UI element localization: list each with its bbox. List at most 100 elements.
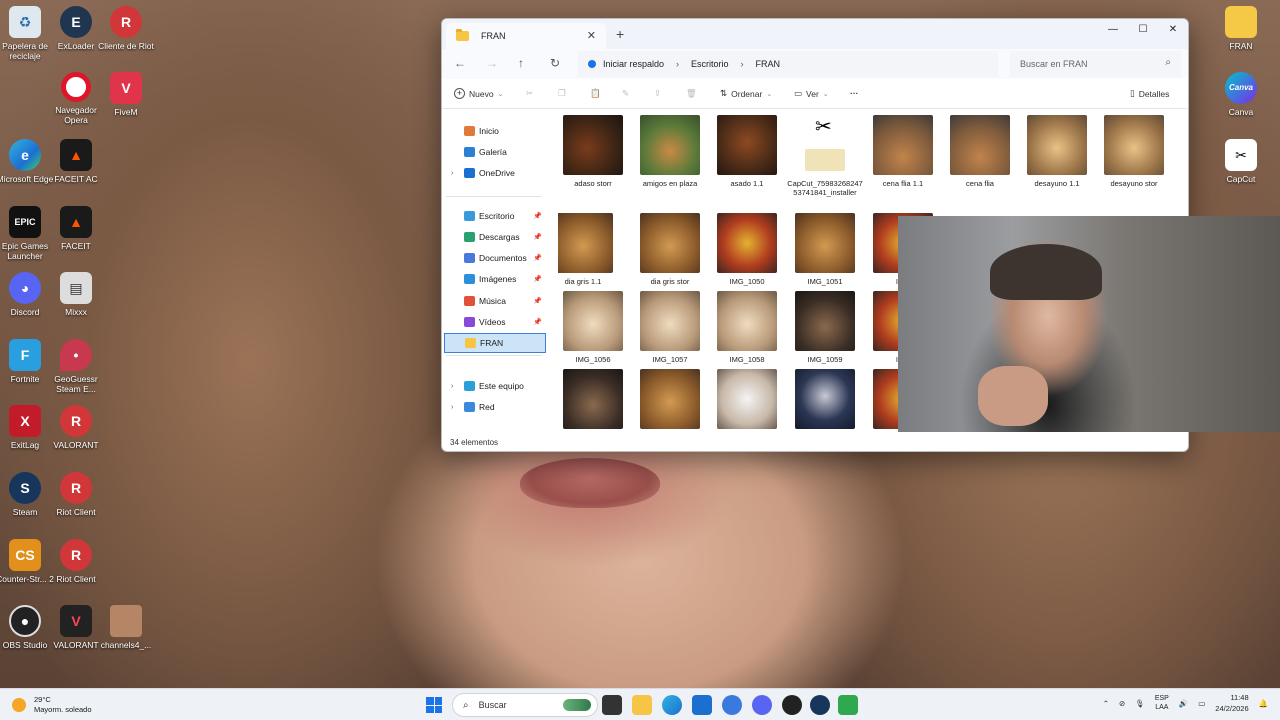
file-item[interactable]: desayuno 1.1 (1018, 115, 1096, 188)
sidebar-item-imágenes[interactable]: Imágenes 📌 (444, 269, 546, 289)
language-indicator[interactable]: ESP LAA (1155, 694, 1169, 712)
obs-taskbar-icon[interactable] (782, 695, 802, 715)
chevron-right-icon[interactable]: › (451, 170, 453, 177)
folder-icon (465, 338, 476, 348)
microphone-icon[interactable]: 🎙 (1135, 699, 1145, 708)
desktop-icon[interactable]: Canva Canva (1209, 72, 1273, 117)
close-tab-icon[interactable]: ✕ (587, 29, 596, 42)
share-icon[interactable]: ⇪ (654, 88, 661, 99)
desktop-icon[interactable]: FRAN (1209, 6, 1273, 51)
desktop-icon[interactable]: R Cliente de Riot (94, 6, 158, 51)
view-button[interactable]: ▭ Ver ⌄ (794, 88, 829, 99)
sidebar-item-inicio[interactable]: Inicio (444, 121, 546, 141)
desktop-icon[interactable]: ✂ CapCut (1209, 139, 1273, 184)
minimize-button[interactable]: — (1098, 19, 1128, 39)
file-item[interactable]: IMG_1058 (708, 291, 786, 364)
sidebar-item-vídeos[interactable]: Vídeos 📌 (444, 312, 546, 332)
desktop-icon[interactable]: ▲ FACEIT AC (44, 139, 108, 184)
new-tab-button[interactable]: + (616, 26, 624, 42)
refresh-icon[interactable]: ↻ (550, 56, 560, 70)
store-taskbar-icon[interactable] (692, 695, 712, 715)
sidebar-item-red[interactable]: › Red (444, 397, 546, 417)
installer-icon (795, 115, 855, 175)
copilot-taskbar-icon[interactable] (722, 695, 742, 715)
chevron-right-icon[interactable]: › (451, 383, 453, 390)
search-input[interactable]: Buscar en FRAN ⌕ (1010, 51, 1181, 77)
maximize-button[interactable]: ☐ (1128, 19, 1158, 39)
breadcrumb[interactable]: Iniciar respaldo › Escritorio › FRAN (578, 51, 998, 77)
clock[interactable]: 11:48 24/2/2026 (1215, 692, 1248, 714)
file-item[interactable]: desayuno stor (1095, 115, 1173, 188)
up-arrow-icon[interactable]: ↑ (518, 56, 524, 70)
desktop-icon[interactable]: R Riot Client (44, 472, 108, 517)
weather-widget[interactable]: 29°C Mayorm. soleado (12, 695, 92, 715)
wallpaper-lips (520, 458, 660, 508)
edge-taskbar-icon[interactable] (662, 695, 682, 715)
network-off-icon[interactable]: ⊘ (1119, 699, 1125, 708)
file-item[interactable]: adaso storr (558, 115, 632, 188)
desktop-icon[interactable]: channels4_... (94, 605, 158, 650)
file-item[interactable]: CapCut_7598326824753741841_installer (786, 115, 864, 197)
file-item[interactable]: IMG_1059 (786, 291, 864, 364)
file-item[interactable]: IMG_1056 (558, 291, 632, 364)
crumb-escritorio[interactable]: Escritorio (691, 59, 729, 69)
more-options-button[interactable]: ··· (850, 88, 859, 98)
back-arrow-icon[interactable]: ← (454, 56, 466, 70)
discord-taskbar-icon[interactable] (752, 695, 772, 715)
chevron-up-icon[interactable]: ⌃ (1103, 699, 1109, 708)
details-button[interactable]: ▯ Detalles (1130, 88, 1169, 99)
sheets-taskbar-icon[interactable] (838, 695, 858, 715)
sidebar-item-onedrive[interactable]: › OneDrive (444, 163, 546, 183)
file-item[interactable]: IMG_1050 (708, 213, 786, 286)
sidebar-item-escritorio[interactable]: Escritorio 📌 (444, 206, 546, 226)
sidebar-item-descargas[interactable]: Descargas 📌 (444, 227, 546, 247)
backup-link[interactable]: Iniciar respaldo (603, 59, 664, 69)
file-item[interactable]: IMG_1051 (786, 213, 864, 286)
nav-icon (464, 381, 475, 391)
file-explorer-taskbar-icon[interactable] (632, 695, 652, 715)
obs-icon: ● (9, 605, 41, 637)
file-item[interactable]: IMG_1065 (631, 369, 709, 433)
file-item[interactable]: IMG_1064 (558, 369, 632, 433)
speaker-icon[interactable]: 🔊 (1179, 699, 1188, 708)
file-item[interactable]: dia gris 1.1 (558, 213, 622, 286)
file-item[interactable]: asado 1.1 (708, 115, 786, 188)
file-item[interactable]: IMG_1066 (708, 369, 786, 433)
desktop-icon[interactable]: ▤ Mixxx (44, 272, 108, 317)
delete-icon[interactable]: 🗑 (686, 88, 697, 99)
file-name: adaso storr (574, 179, 612, 188)
cut-icon[interactable]: ✂ (526, 88, 533, 99)
notification-icon[interactable]: 🔔 (1259, 699, 1268, 708)
new-button[interactable]: + Nuevo ⌄ (454, 88, 503, 99)
desktop-icon[interactable]: V FiveM (94, 72, 158, 117)
desktop-icon[interactable]: • GeoGuessr Steam E... (44, 339, 108, 394)
start-button[interactable] (426, 697, 442, 713)
rename-icon[interactable]: ✎ (622, 88, 629, 99)
desktop-icon[interactable]: ▲ FACEIT (44, 206, 108, 251)
sidebar-item-documentos[interactable]: Documentos 📌 (444, 248, 546, 268)
sidebar-item-fran[interactable]: FRAN (444, 333, 546, 353)
sort-button[interactable]: ⇅ Ordenar ⌄ (720, 88, 772, 99)
chevron-right-icon[interactable]: › (451, 404, 453, 411)
desktop-icon[interactable]: R VALORANT (44, 405, 108, 450)
paste-icon[interactable]: 📋 (590, 88, 601, 99)
close-window-button[interactable]: ✕ (1158, 19, 1188, 39)
sidebar-item-este-equipo[interactable]: › Este equipo (444, 376, 546, 396)
copy-icon[interactable]: ❐ (558, 88, 566, 99)
file-item[interactable]: amigos en plaza (631, 115, 709, 188)
tab-fran[interactable]: FRAN ✕ (446, 23, 606, 49)
battery-icon[interactable]: ▭ (1198, 699, 1205, 708)
steam-taskbar-icon[interactable] (810, 695, 830, 715)
sidebar-item-galería[interactable]: Galería (444, 142, 546, 162)
task-view-icon[interactable] (602, 695, 622, 715)
taskbar-search[interactable]: ⌕ Buscar (452, 693, 598, 717)
crumb-fran[interactable]: FRAN (756, 59, 781, 69)
forward-arrow-icon[interactable]: → (486, 56, 498, 70)
file-item[interactable]: dia gris stor (631, 213, 709, 286)
desktop-icon[interactable]: R Riot Client (44, 539, 108, 584)
file-item[interactable]: cena flia 1.1 (864, 115, 942, 188)
file-item[interactable]: cena flia (941, 115, 1019, 188)
sidebar-item-música[interactable]: Música 📌 (444, 291, 546, 311)
file-item[interactable]: IMG_1068 (786, 369, 864, 433)
file-item[interactable]: IMG_1057 (631, 291, 709, 364)
